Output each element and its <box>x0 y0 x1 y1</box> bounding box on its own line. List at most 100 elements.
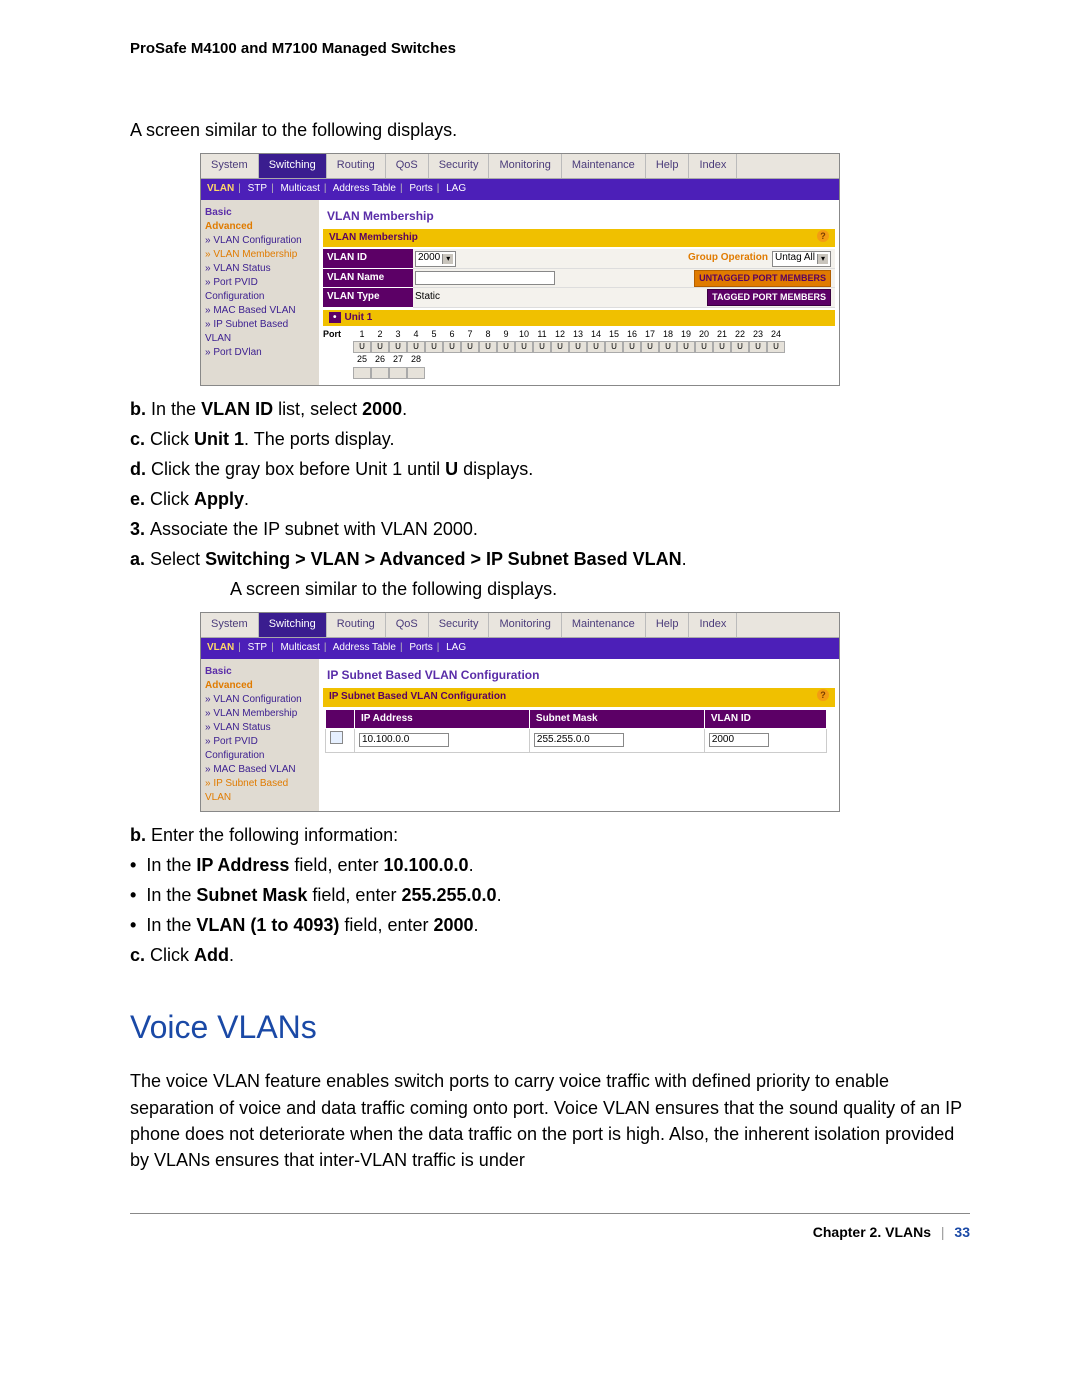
subnav-vlan[interactable]: VLAN <box>207 183 234 194</box>
subnav-multicast[interactable]: Multicast <box>280 183 319 194</box>
input-vlan-id[interactable] <box>709 733 769 747</box>
tab-security[interactable]: Security <box>429 613 490 637</box>
port-cell[interactable]: U <box>461 341 479 353</box>
port-cell[interactable]: U <box>371 341 389 353</box>
port-cell[interactable]: U <box>605 341 623 353</box>
port-cell[interactable]: U <box>767 341 785 353</box>
port-cell[interactable]: U <box>425 341 443 353</box>
port-cell[interactable]: U <box>515 341 533 353</box>
subnav-vlan[interactable]: VLAN <box>207 642 234 653</box>
port-number: 24 <box>767 328 785 341</box>
subnav-lag[interactable]: LAG <box>446 642 466 653</box>
side-vlan-status[interactable]: » VLAN Status <box>205 721 315 735</box>
port-cell[interactable]: U <box>497 341 515 353</box>
subnav-multicast[interactable]: Multicast <box>280 642 319 653</box>
side-basic[interactable]: Basic <box>205 665 315 679</box>
tab-security[interactable]: Security <box>429 154 490 178</box>
tab-switching[interactable]: Switching <box>259 613 327 637</box>
port-cell[interactable] <box>407 367 425 379</box>
help-icon[interactable]: ? <box>817 230 829 242</box>
panel-title: IP Subnet Based VLAN Configuration <box>327 667 835 684</box>
subnav-address-table[interactable]: Address Table <box>333 183 396 194</box>
port-cell[interactable] <box>389 367 407 379</box>
sidebar: Basic Advanced » VLAN Configuration » VL… <box>201 659 319 811</box>
label-vlan-name: VLAN Name <box>323 269 413 289</box>
port-cell[interactable]: U <box>587 341 605 353</box>
side-mac-vlan[interactable]: » MAC Based VLAN <box>205 763 315 777</box>
untagged-port-members-button[interactable]: UNTAGGED PORT MEMBERS <box>694 270 831 287</box>
side-advanced[interactable]: Advanced <box>205 220 315 234</box>
unit-bar[interactable]: •Unit 1 <box>323 310 835 327</box>
side-vlan-membership[interactable]: » VLAN Membership <box>205 707 315 721</box>
tagged-port-members-button[interactable]: TAGGED PORT MEMBERS <box>707 289 831 306</box>
port-cell[interactable] <box>353 367 371 379</box>
tab-monitoring[interactable]: Monitoring <box>489 613 561 637</box>
side-basic[interactable]: Basic <box>205 206 315 220</box>
port-cell[interactable]: U <box>443 341 461 353</box>
subnav-ports[interactable]: Ports <box>409 183 432 194</box>
subnav-address-table[interactable]: Address Table <box>333 642 396 653</box>
port-cell[interactable]: U <box>407 341 425 353</box>
input-ip-address[interactable] <box>359 733 449 747</box>
port-cell[interactable]: U <box>731 341 749 353</box>
port-cell[interactable]: U <box>533 341 551 353</box>
input-vlan-name[interactable] <box>415 271 555 285</box>
tab-system[interactable]: System <box>201 613 259 637</box>
port-number: 5 <box>425 328 443 341</box>
chevron-down-icon: ▾ <box>817 254 828 264</box>
tab-system[interactable]: System <box>201 154 259 178</box>
subnav-ports[interactable]: Ports <box>409 642 432 653</box>
port-cell[interactable]: U <box>389 341 407 353</box>
subnav-stp[interactable]: STP <box>248 642 267 653</box>
side-ip-subnet-vlan[interactable]: » IP Subnet Based VLAN <box>205 777 315 805</box>
subnav-stp[interactable]: STP <box>248 183 267 194</box>
tab-index[interactable]: Index <box>689 613 737 637</box>
port-cell[interactable]: U <box>695 341 713 353</box>
side-vlan-config[interactable]: » VLAN Configuration <box>205 234 315 248</box>
side-vlan-config[interactable]: » VLAN Configuration <box>205 693 315 707</box>
step-3b-bullet3: • In the VLAN (1 to 4093) field, enter 2… <box>130 912 970 938</box>
tab-qos[interactable]: QoS <box>386 154 429 178</box>
port-cell[interactable]: U <box>479 341 497 353</box>
panel-bar: IP Subnet Based VLAN Configuration ? <box>323 688 835 707</box>
port-cell[interactable] <box>371 367 389 379</box>
side-ip-subnet-vlan[interactable]: » IP Subnet Based VLAN <box>205 318 315 346</box>
port-cell[interactable]: U <box>713 341 731 353</box>
port-cell[interactable]: U <box>551 341 569 353</box>
side-port-pvid[interactable]: » Port PVID Configuration <box>205 735 315 763</box>
port-number: 26 <box>371 353 389 366</box>
port-cell[interactable]: U <box>749 341 767 353</box>
side-vlan-membership[interactable]: » VLAN Membership <box>205 248 315 262</box>
port-cell[interactable]: U <box>623 341 641 353</box>
row-checkbox[interactable] <box>330 731 343 744</box>
port-number: 11 <box>533 328 551 341</box>
unit-label: Unit 1 <box>345 312 373 323</box>
side-port-pvid[interactable]: » Port PVID Configuration <box>205 276 315 304</box>
select-vlan-id[interactable]: 2000▾ <box>415 251 456 267</box>
subnav-lag[interactable]: LAG <box>446 183 466 194</box>
side-vlan-status[interactable]: » VLAN Status <box>205 262 315 276</box>
tab-routing[interactable]: Routing <box>327 154 386 178</box>
panel-title: VLAN Membership <box>327 208 835 225</box>
port-cell[interactable]: U <box>677 341 695 353</box>
port-cell[interactable]: U <box>641 341 659 353</box>
side-mac-vlan[interactable]: » MAC Based VLAN <box>205 304 315 318</box>
input-subnet-mask[interactable] <box>534 733 624 747</box>
port-cell[interactable]: U <box>569 341 587 353</box>
tab-maintenance[interactable]: Maintenance <box>562 613 646 637</box>
tab-monitoring[interactable]: Monitoring <box>489 154 561 178</box>
side-advanced[interactable]: Advanced <box>205 679 315 693</box>
port-label: Port <box>323 328 353 341</box>
tab-index[interactable]: Index <box>689 154 737 178</box>
tab-help[interactable]: Help <box>646 154 690 178</box>
side-port-dvlan[interactable]: » Port DVlan <box>205 346 315 360</box>
select-group-op[interactable]: Untag All▾ <box>772 251 831 267</box>
tab-qos[interactable]: QoS <box>386 613 429 637</box>
port-cell[interactable]: U <box>353 341 371 353</box>
tab-maintenance[interactable]: Maintenance <box>562 154 646 178</box>
help-icon[interactable]: ? <box>817 689 829 701</box>
tab-routing[interactable]: Routing <box>327 613 386 637</box>
port-cell[interactable]: U <box>659 341 677 353</box>
tab-help[interactable]: Help <box>646 613 690 637</box>
tab-switching[interactable]: Switching <box>259 154 327 178</box>
